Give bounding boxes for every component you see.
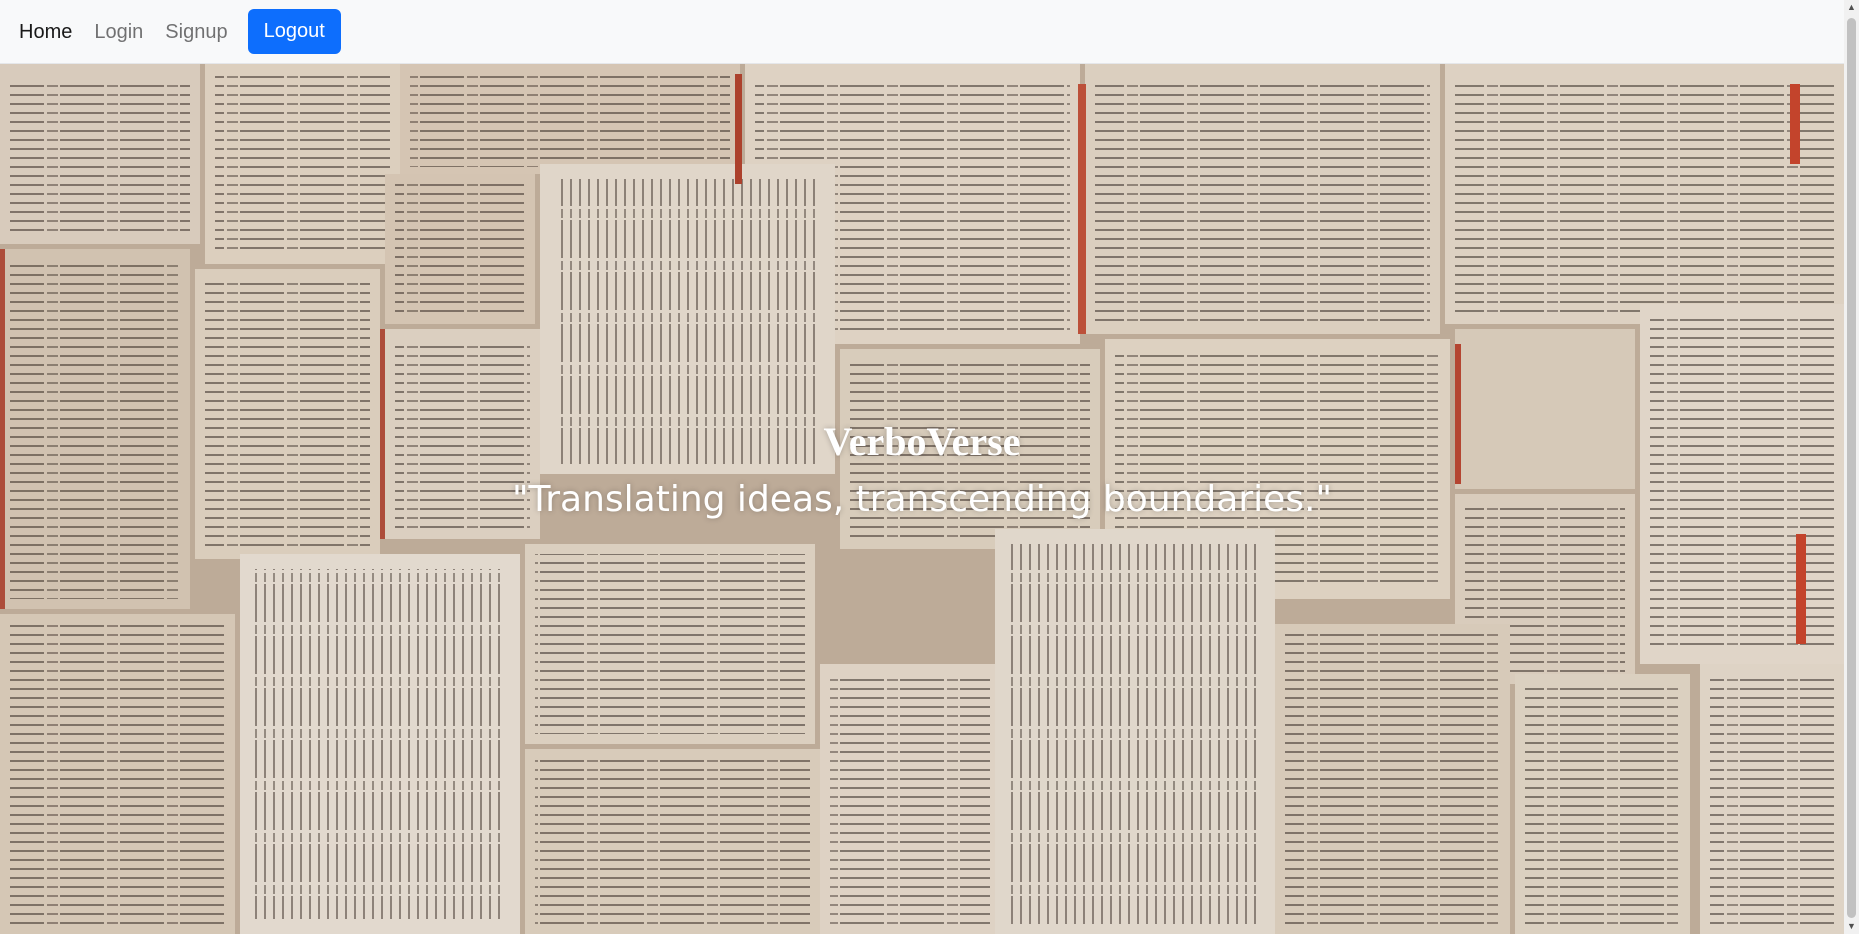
navbar: Home Login Signup Logout bbox=[0, 0, 1844, 64]
scrollbar[interactable]: ▲ ▼ bbox=[1844, 0, 1859, 934]
scroll-down-icon[interactable]: ▼ bbox=[1844, 919, 1859, 934]
hero-section: VerboVerse "Translating ideas, transcend… bbox=[0, 64, 1844, 934]
site-title: VerboVerse bbox=[823, 419, 1021, 464]
site-tagline: "Translating ideas, transcending boundar… bbox=[511, 479, 1333, 520]
nav-signup-link[interactable]: Signup bbox=[154, 0, 238, 64]
logout-button[interactable]: Logout bbox=[247, 9, 341, 54]
hero-text: VerboVerse "Translating ideas, transcend… bbox=[0, 414, 1844, 526]
scroll-thumb[interactable] bbox=[1847, 18, 1856, 918]
nav-home-link[interactable]: Home bbox=[8, 0, 83, 64]
scroll-up-icon[interactable]: ▲ bbox=[1844, 0, 1859, 15]
nav-login-link[interactable]: Login bbox=[83, 0, 154, 64]
